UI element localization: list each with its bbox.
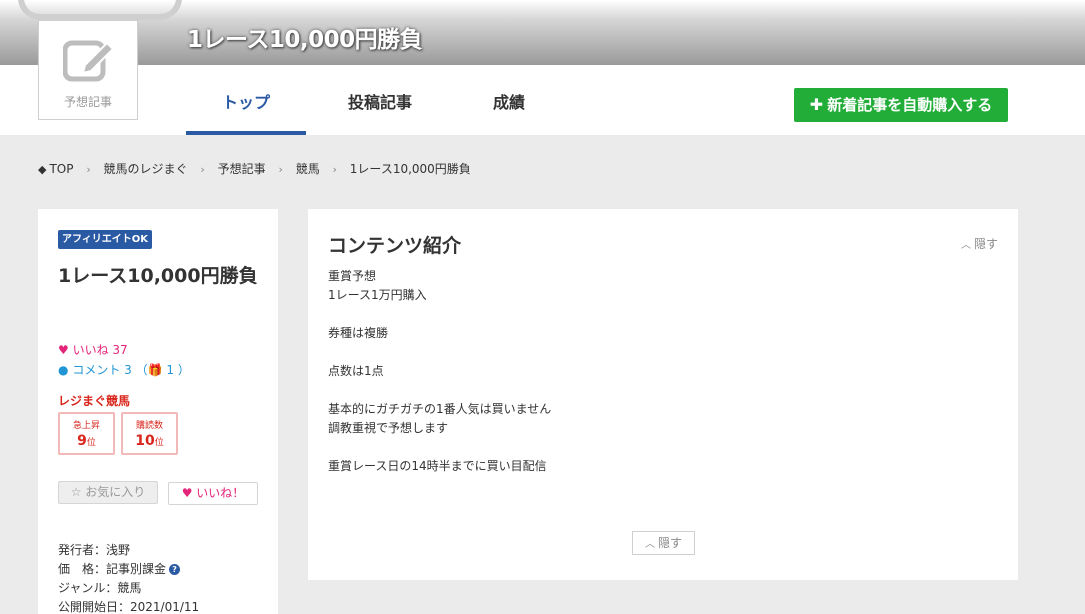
breadcrumb-regimag[interactable]: 競馬のレジまぐ [104,160,188,177]
price-text: 価 格：記事別課金 [58,562,167,576]
like-button[interactable]: ♥ いいね！ [168,482,258,505]
content-title: コンテンツ紹介 [328,235,462,257]
like-button-label: いいね！ [196,486,245,500]
auto-buy-button[interactable]: ✚ 新着記事を自動購入する [794,88,1008,122]
rank-value: 10 [135,433,155,449]
hide-label: 隠す [973,237,998,251]
article-thumbnail: 予想記事 [38,20,138,120]
chevron-up-icon: ︿ [960,240,971,251]
heart-icon: ♥ [58,343,69,357]
rank-unit: 位 [86,438,96,448]
content-line: 重賞予想 [328,269,377,283]
content-line [328,343,551,362]
content-line [328,438,551,457]
content-body: 重賞予想 1レース1万円購入 券種は複勝 点数は1点 基本的にガチガチの1番人気… [328,267,551,476]
comment-count[interactable]: ● コメント 3 （🎁 1 ） [58,361,190,378]
publisher-info: 発行者：浅野 [58,543,131,557]
breadcrumb-top[interactable]: TOP [49,162,73,176]
speech-bubble-icon: ● [58,363,69,377]
content-line [328,381,551,400]
content-line: 調教重視で予想します [328,421,449,435]
breadcrumb-predictions[interactable]: 予想記事 [218,160,266,177]
star-icon: ☆ [70,485,82,499]
breadcrumb-current: 1レース10,000円勝負 [349,162,471,176]
article-title: 1レース10,000円勝負 [58,265,258,287]
gift-count: 1 [166,363,174,377]
content-line [328,305,551,324]
edit-icon [63,40,115,82]
rank-value: 9 [77,433,87,449]
breadcrumb-separator: › [86,163,91,176]
heart-icon: ♥ [181,486,193,500]
hide-toggle-bottom[interactable]: ︿ 隠す [632,531,695,555]
rank-section-label: レジまぐ競馬 [58,394,131,408]
price-info: 価 格：記事別課金? [58,560,181,577]
breadcrumb-separator: › [278,163,283,176]
rank-subscribers[interactable]: 購読数 10位 [121,412,178,455]
rank-label: 急上昇 [72,421,100,431]
page-title: 1レース10,000円勝負 [187,27,423,53]
like-count[interactable]: ♥ いいね 37 [58,341,128,358]
affiliate-badge: アフィリエイトOK [58,230,153,249]
breadcrumb-separator: › [332,163,337,176]
header-banner: 1レース10,000円勝負 [0,0,1085,65]
start-date-info: 公開開始日：2021/01/11 [58,600,200,614]
content-intro-card: コンテンツ紹介 ︿ 隠す 重賞予想 1レース1万円購入 券種は複勝 点数は1点 基… [308,209,1018,580]
rank-rising[interactable]: 急上昇 9位 [58,412,115,455]
rank-unit: 位 [154,438,164,448]
tab-results[interactable]: 成績 [449,65,569,135]
tab-posts[interactable]: 投稿記事 [320,65,440,135]
breadcrumb: ◆ TOP › 競馬のレジまぐ › 予想記事 › 競馬 › 1レース10,000円… [38,160,471,177]
banner-decoration [18,0,182,20]
chevron-up-icon: ︿ [644,539,655,550]
plus-icon: ✚ [809,95,824,114]
like-count-text: いいね 37 [72,343,128,357]
favorite-button[interactable]: ☆ お気に入り [58,481,158,504]
thumbnail-label: 予想記事 [63,95,112,109]
breadcrumb-keiba[interactable]: 競馬 [296,160,320,177]
breadcrumb-separator: › [200,163,205,176]
auto-buy-label: 新着記事を自動購入する [827,96,993,114]
content-line: 1レース1万円購入 [328,288,427,302]
genre-info: ジャンル：競馬 [58,581,142,595]
help-icon[interactable]: ? [169,564,181,575]
box-icon: ◆ [38,163,47,176]
content-line: 重賞レース日の14時半までに買い目配信 [328,459,547,473]
content-line: 点数は1点 [328,364,384,378]
article-info-card: アフィリエイトOK 1レース10,000円勝負 ♥ いいね 37 ● コメント … [38,209,278,614]
content-line: 券種は複勝 [328,326,389,340]
comment-count-close: ） [177,363,190,377]
rank-label: 購読数 [135,421,163,431]
tab-top[interactable]: トップ [186,65,306,135]
gift-icon: 🎁 [147,363,163,377]
hide-label: 隠す [657,536,682,550]
nav-bar: トップ 投稿記事 成績 ✚ 新着記事を自動購入する [0,65,1085,135]
content-line: 基本的にガチガチの1番人気は買いません [328,402,552,416]
comment-count-text: コメント 3 （ [72,363,148,377]
hide-toggle-top[interactable]: ︿ 隠す [961,235,998,252]
favorite-label: お気に入り [85,485,146,499]
